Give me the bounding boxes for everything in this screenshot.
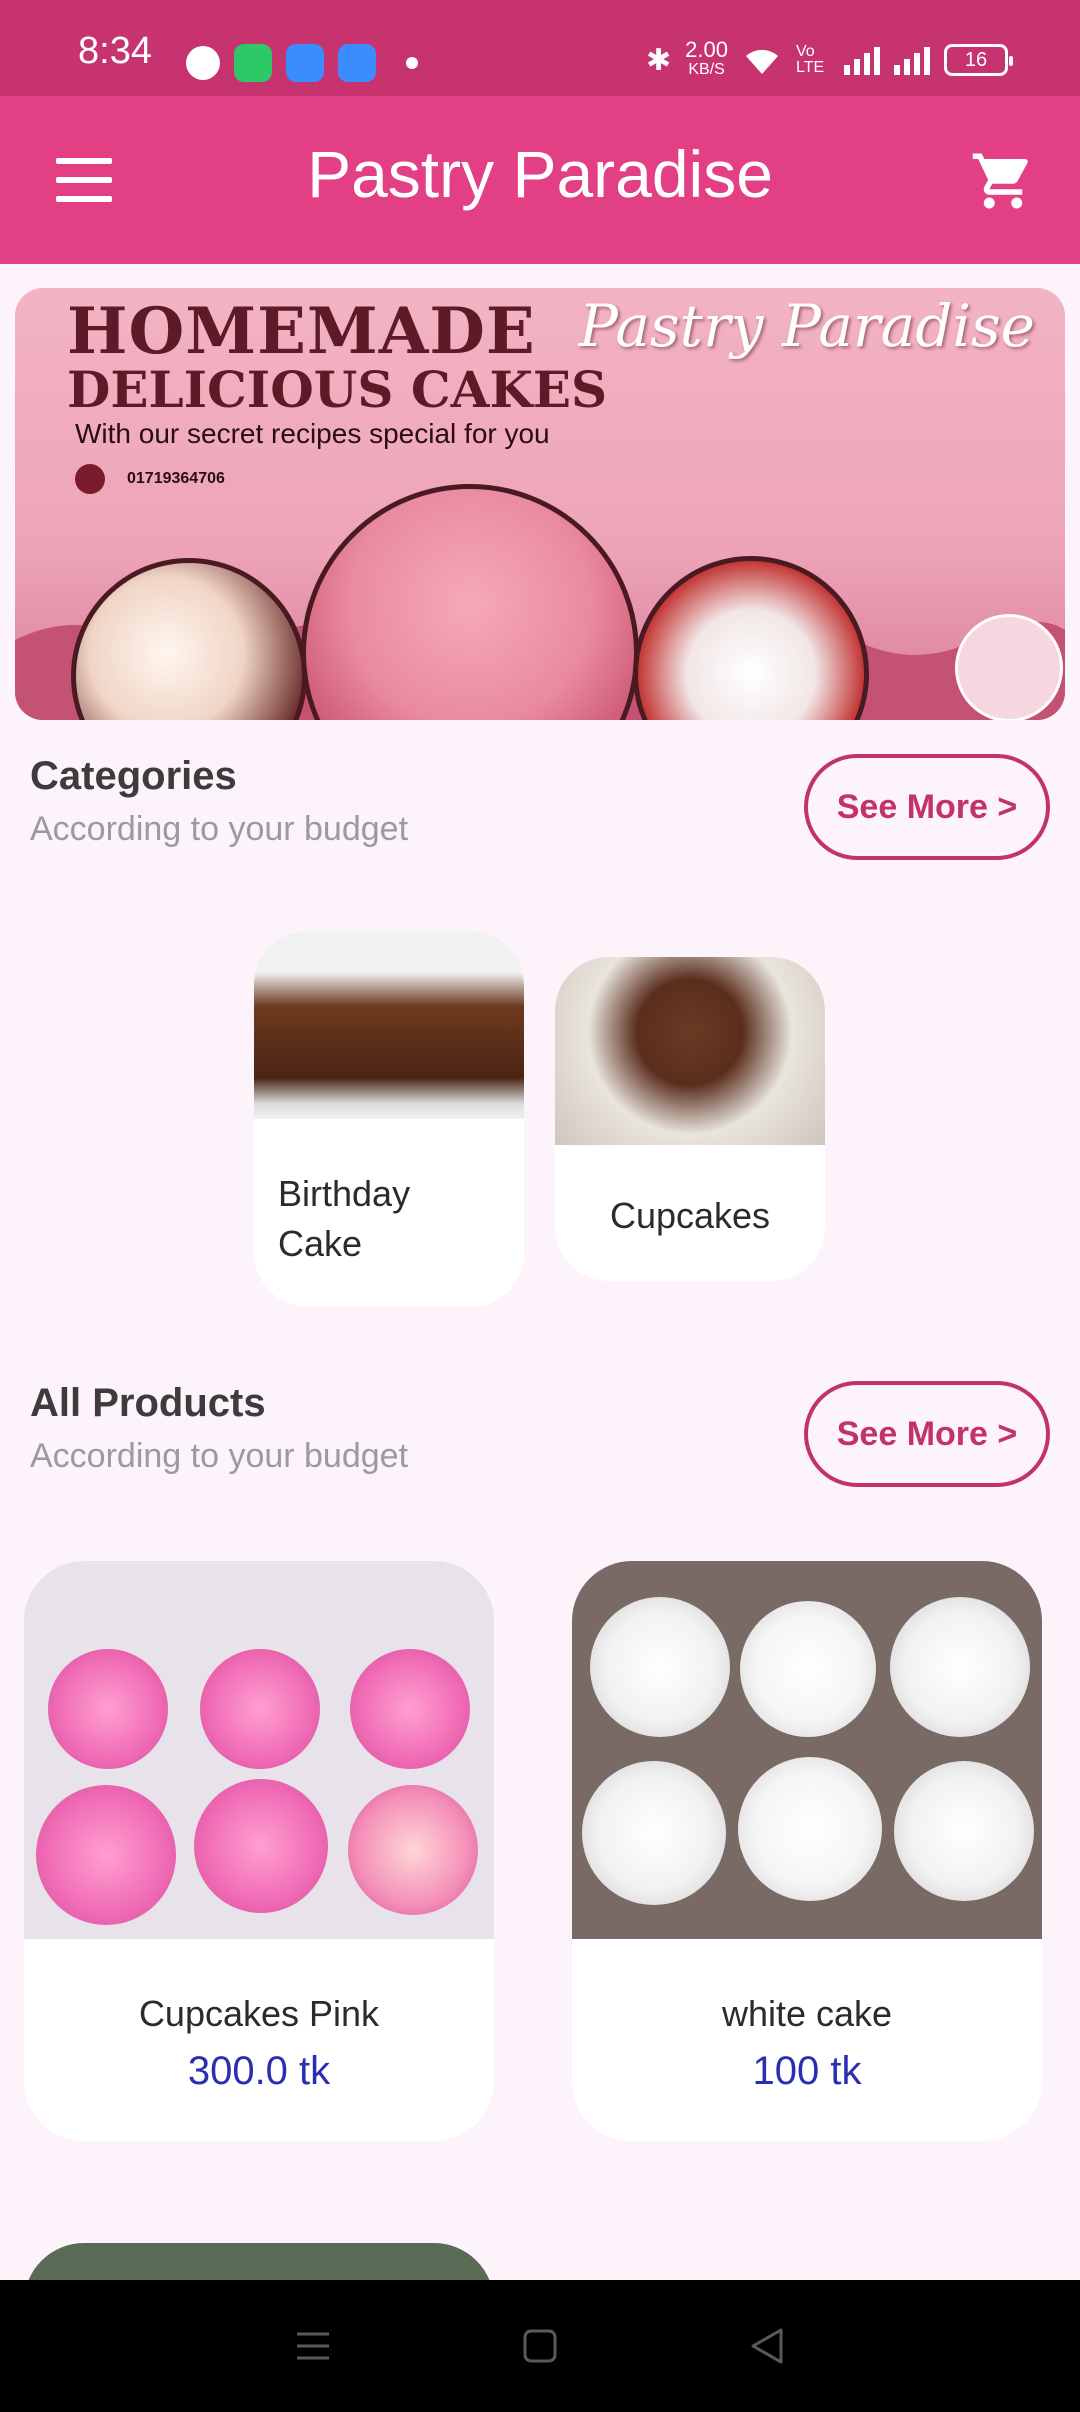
network-speed-unit: KB/S bbox=[688, 61, 725, 78]
banner-headline: HOMEMADE bbox=[67, 294, 536, 369]
category-label: Birthday Cake bbox=[278, 1173, 411, 1264]
signal-icon bbox=[844, 45, 880, 75]
banner-dessert-image bbox=[71, 558, 307, 720]
banner-phone-number: 01719364706 bbox=[127, 470, 225, 487]
cupcake-decoration bbox=[738, 1757, 882, 1901]
cupcake-decoration bbox=[890, 1597, 1030, 1737]
battery-level: 16 bbox=[964, 48, 988, 71]
cupcake-decoration bbox=[350, 1649, 470, 1769]
recents-icon[interactable] bbox=[283, 2316, 343, 2376]
baker-avatar bbox=[955, 614, 1063, 720]
product-image bbox=[24, 1561, 494, 1939]
cupcake-decoration bbox=[194, 1779, 328, 1913]
more-notifications-dot-icon bbox=[406, 57, 418, 69]
product-price: 300.0 tk bbox=[187, 2049, 331, 2093]
home-icon[interactable] bbox=[510, 2316, 570, 2376]
categories-header: Categories According to your budget See … bbox=[30, 754, 1050, 864]
banner-slice-image bbox=[633, 556, 869, 720]
volte-label: Vo LTE bbox=[796, 43, 825, 76]
categories-title: Categories bbox=[30, 754, 237, 798]
product-name: Cupcakes Pink bbox=[138, 1993, 380, 2034]
banner-tagline: With our secret recipes special for you bbox=[75, 418, 550, 449]
cupcakes-image bbox=[555, 957, 825, 1145]
category-label: Cupcakes bbox=[609, 1195, 771, 1236]
product-name: white cake bbox=[721, 1993, 893, 2034]
birthday-cake-image bbox=[254, 931, 524, 1119]
category-card-birthday-cake[interactable]: Birthday Cake bbox=[254, 931, 524, 1307]
cupcake-decoration bbox=[200, 1649, 320, 1769]
status-right: ✱ 2.00 KB/S Vo LTE 16 bbox=[646, 37, 1013, 80]
cupcake-decoration bbox=[36, 1785, 176, 1925]
messenger-icon bbox=[186, 46, 220, 80]
banner-brand: Pastry Paradise bbox=[578, 292, 1035, 360]
wifi-icon bbox=[746, 49, 778, 74]
battery-icon: 16 bbox=[944, 44, 1013, 76]
cupcake-decoration bbox=[590, 1597, 730, 1737]
cupcake-decoration bbox=[582, 1761, 726, 1905]
notification-app-icon bbox=[286, 44, 324, 82]
banner-phone: 01719364706 bbox=[75, 464, 225, 494]
banner-cake-image bbox=[301, 484, 639, 720]
banner-headline-secondary: DELICIOUS CAKES bbox=[67, 360, 608, 419]
system-nav-bar bbox=[0, 2280, 1080, 2412]
cupcake-decoration bbox=[48, 1649, 168, 1769]
products-see-more-button[interactable]: See More > bbox=[804, 1381, 1050, 1487]
network-speed-value: 2.00 bbox=[685, 37, 728, 62]
categories-subtitle: According to your budget bbox=[30, 810, 409, 848]
products-subtitle: According to your budget bbox=[30, 1437, 409, 1475]
shopping-cart-icon[interactable] bbox=[968, 148, 1038, 214]
cupcake-decoration bbox=[348, 1785, 478, 1915]
cupcake-decoration bbox=[740, 1601, 876, 1737]
notification-app-icon bbox=[234, 44, 272, 82]
categories-see-more-button[interactable]: See More > bbox=[804, 754, 1050, 860]
notification-app-icon bbox=[338, 44, 376, 82]
status-time: 8:34 bbox=[78, 30, 152, 72]
product-price: 100 tk bbox=[752, 2049, 862, 2093]
bluetooth-icon: ✱ bbox=[646, 43, 672, 77]
cupcake-decoration bbox=[894, 1761, 1034, 1901]
app-bar: Pastry Paradise bbox=[0, 96, 1080, 264]
products-header: All Products According to your budget Se… bbox=[30, 1381, 1050, 1491]
product-card-white-cake[interactable]: white cake 100 tk bbox=[572, 1561, 1042, 2141]
product-card-cupcakes-pink[interactable]: Cupcakes Pink 300.0 tk bbox=[24, 1561, 494, 2141]
phone-icon bbox=[75, 464, 105, 494]
status-bar: 8:34 ✱ 2.00 KB/S Vo LTE 16 bbox=[0, 0, 1080, 96]
signal-icon bbox=[894, 45, 930, 75]
product-image bbox=[572, 1561, 1042, 1939]
notification-icons bbox=[186, 44, 418, 82]
products-title: All Products bbox=[30, 1381, 266, 1425]
back-icon[interactable] bbox=[737, 2316, 797, 2376]
category-card-cupcakes[interactable]: Cupcakes bbox=[555, 957, 825, 1281]
network-speed: 2.00 KB/S bbox=[685, 37, 728, 80]
promo-banner[interactable]: HOMEMADE DELICIOUS CAKES With our secret… bbox=[15, 288, 1065, 720]
app-title: Pastry Paradise bbox=[307, 137, 773, 211]
